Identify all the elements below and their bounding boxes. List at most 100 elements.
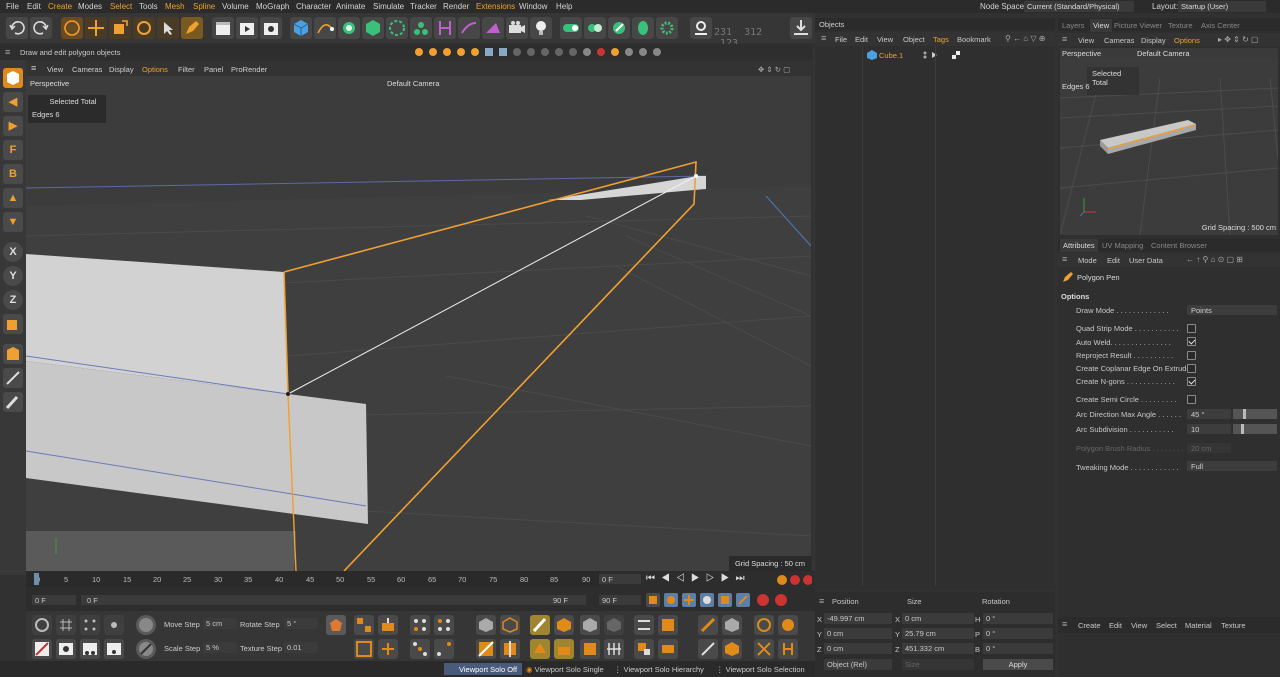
redo-button[interactable] xyxy=(30,17,52,39)
layout-dropdown[interactable]: Startup (User) xyxy=(1178,1,1266,12)
bt-dots-a-button[interactable] xyxy=(410,615,430,635)
tab-attributes[interactable]: Attributes xyxy=(1060,239,1098,252)
menu-file[interactable]: File xyxy=(6,2,19,11)
record-icons[interactable] xyxy=(776,574,812,586)
bt-knife-button[interactable] xyxy=(698,615,718,635)
light-button[interactable] xyxy=(530,17,552,39)
recent-tool-button[interactable] xyxy=(157,17,179,39)
viewport-nav-icons[interactable]: ✥ ⇕ ↻ ▢ xyxy=(758,65,790,74)
obj-menu-object[interactable]: Object xyxy=(903,35,925,44)
coords-hamburger-icon[interactable]: ≡ xyxy=(819,596,824,606)
bt-misc-c-button[interactable] xyxy=(754,639,774,659)
bt-inset-button[interactable] xyxy=(354,639,374,659)
bt-brush-a-button[interactable] xyxy=(530,615,550,635)
obj-menu-file[interactable]: File xyxy=(835,35,847,44)
bt-slide-button[interactable] xyxy=(698,639,718,659)
pos-x-field[interactable]: -49.997 cm xyxy=(824,613,892,624)
bt-loop-button[interactable] xyxy=(378,639,398,659)
undo-button[interactable] xyxy=(6,17,28,39)
bt-cube-d-button[interactable] xyxy=(500,639,520,659)
bt-arrows-c-button[interactable] xyxy=(634,639,654,659)
timeline[interactable]: 0 5 10 15 20 25 30 35 40 45 50 55 60 65 … xyxy=(26,571,815,611)
menu-mograph[interactable]: MoGraph xyxy=(256,2,289,11)
menu-spline[interactable]: Spline xyxy=(193,2,215,11)
vp-menu-cameras[interactable]: Cameras xyxy=(72,65,102,74)
bt-dots-button[interactable] xyxy=(104,615,124,635)
bt-poly-d-button[interactable] xyxy=(604,639,624,659)
mat-menu-select[interactable]: Select xyxy=(1156,621,1177,630)
menu-simulate[interactable]: Simulate xyxy=(373,2,404,11)
model-mode-button[interactable] xyxy=(3,68,23,88)
render-settings-button[interactable] xyxy=(260,17,282,39)
arrow-down-button[interactable]: ▼ xyxy=(3,212,23,232)
axis-z-button[interactable]: Z xyxy=(3,290,23,310)
vp-menu-display[interactable]: Display xyxy=(109,65,134,74)
preview-hamburger-icon[interactable]: ≡ xyxy=(1062,34,1067,44)
bt-arrows-b-button[interactable] xyxy=(658,615,678,635)
menu-volume[interactable]: Volume xyxy=(222,2,249,11)
menu-mesh[interactable]: Mesh xyxy=(165,2,185,11)
vp-menu-panel[interactable]: Panel xyxy=(204,65,223,74)
mograph-button[interactable] xyxy=(410,17,432,39)
menu-window[interactable]: Window xyxy=(519,2,547,11)
bt-grid-button[interactable] xyxy=(56,615,76,635)
menu-create[interactable]: Create xyxy=(48,2,72,11)
attr-hamburger-icon[interactable]: ≡ xyxy=(1062,254,1067,264)
menu-render[interactable]: Render xyxy=(443,2,469,11)
bt-extrude-button[interactable] xyxy=(378,615,398,635)
solo-off-button[interactable]: Viewport Solo Off xyxy=(444,663,522,675)
bt-pen-shape-button[interactable] xyxy=(326,615,346,635)
arc-subdivision-slider[interactable] xyxy=(1233,424,1277,434)
menu-select[interactable]: Select xyxy=(110,2,132,11)
semicircle-checkbox[interactable] xyxy=(1187,395,1196,404)
attr-nav-icons[interactable]: ← ↑ ⚲ ⌂ ⊙ ▢ ⊞ xyxy=(1186,255,1243,264)
render-view-button[interactable] xyxy=(236,17,258,39)
bt-poly-c-button[interactable] xyxy=(580,639,600,659)
ngons-checkbox[interactable] xyxy=(1187,377,1196,386)
bt-dots-d-button[interactable] xyxy=(434,639,454,659)
attr-menu-mode[interactable]: Mode xyxy=(1078,256,1097,265)
selection-filter-button[interactable] xyxy=(560,17,582,39)
axis-y-button[interactable]: Y xyxy=(3,266,23,286)
preview-menu-cameras[interactable]: Cameras xyxy=(1104,36,1134,45)
bt-points-button[interactable] xyxy=(80,615,100,635)
arc-max-angle-slider[interactable] xyxy=(1233,409,1277,419)
mat-menu-texture[interactable]: Texture xyxy=(1221,621,1246,630)
keyframe-tool-icons[interactable] xyxy=(646,592,796,608)
settings-button[interactable] xyxy=(656,17,678,39)
menu-character[interactable]: Character xyxy=(296,2,331,11)
pos-z-field[interactable]: 0 cm xyxy=(824,643,892,654)
object-row-cube[interactable]: Cube.1 xyxy=(865,50,920,61)
arc-subdivision-field[interactable]: 10 xyxy=(1187,424,1231,434)
menu-tools[interactable]: Tools xyxy=(139,2,158,11)
cube-button[interactable] xyxy=(290,17,312,39)
menu-modes[interactable]: Modes xyxy=(78,2,102,11)
render-region-button[interactable] xyxy=(212,17,234,39)
playback-buttons-icon[interactable]: ⏮◀◁▶▷▶⏭ xyxy=(646,573,751,584)
preview-menu-view[interactable]: View xyxy=(1078,36,1094,45)
auto-weld-checkbox[interactable] xyxy=(1187,337,1196,346)
tab-layers[interactable]: Layers xyxy=(1062,21,1085,30)
arc-max-angle-slider-handle[interactable] xyxy=(1243,409,1246,419)
draw-mode-dropdown[interactable]: Points xyxy=(1187,305,1277,315)
generator-button[interactable] xyxy=(338,17,360,39)
objects-tool-icons[interactable]: ⚲ ← ⌂ ▽ ⊕ xyxy=(1005,34,1045,43)
live-selection-button[interactable] xyxy=(61,17,83,39)
tweaking-mode-dropdown[interactable]: Full xyxy=(1187,461,1277,471)
attr-menu-edit[interactable]: Edit xyxy=(1107,256,1120,265)
mode-next-button[interactable]: ▶ xyxy=(3,116,23,136)
rot-b-field[interactable]: 0 ° xyxy=(983,643,1053,654)
bt-brush-d-button[interactable] xyxy=(554,639,574,659)
vp-menu-options[interactable]: Options xyxy=(142,65,168,74)
attr-menu-user-data[interactable]: User Data xyxy=(1129,256,1163,265)
viewport-hamburger-icon[interactable]: ≡ xyxy=(31,63,36,73)
mat-menu-view[interactable]: View xyxy=(1131,621,1147,630)
start-frame-field[interactable]: 0 F xyxy=(32,595,76,605)
scale-step-field[interactable]: 5 % xyxy=(203,642,237,653)
perspective-viewport[interactable]: Perspective Default Camera Selected Tota… xyxy=(26,76,811,571)
material-hamburger-icon[interactable]: ≡ xyxy=(1062,619,1067,629)
front-view-button[interactable]: F xyxy=(3,140,23,160)
bt-arrows-a-button[interactable] xyxy=(634,615,654,635)
environment-button[interactable] xyxy=(482,17,504,39)
mat-menu-edit[interactable]: Edit xyxy=(1109,621,1122,630)
